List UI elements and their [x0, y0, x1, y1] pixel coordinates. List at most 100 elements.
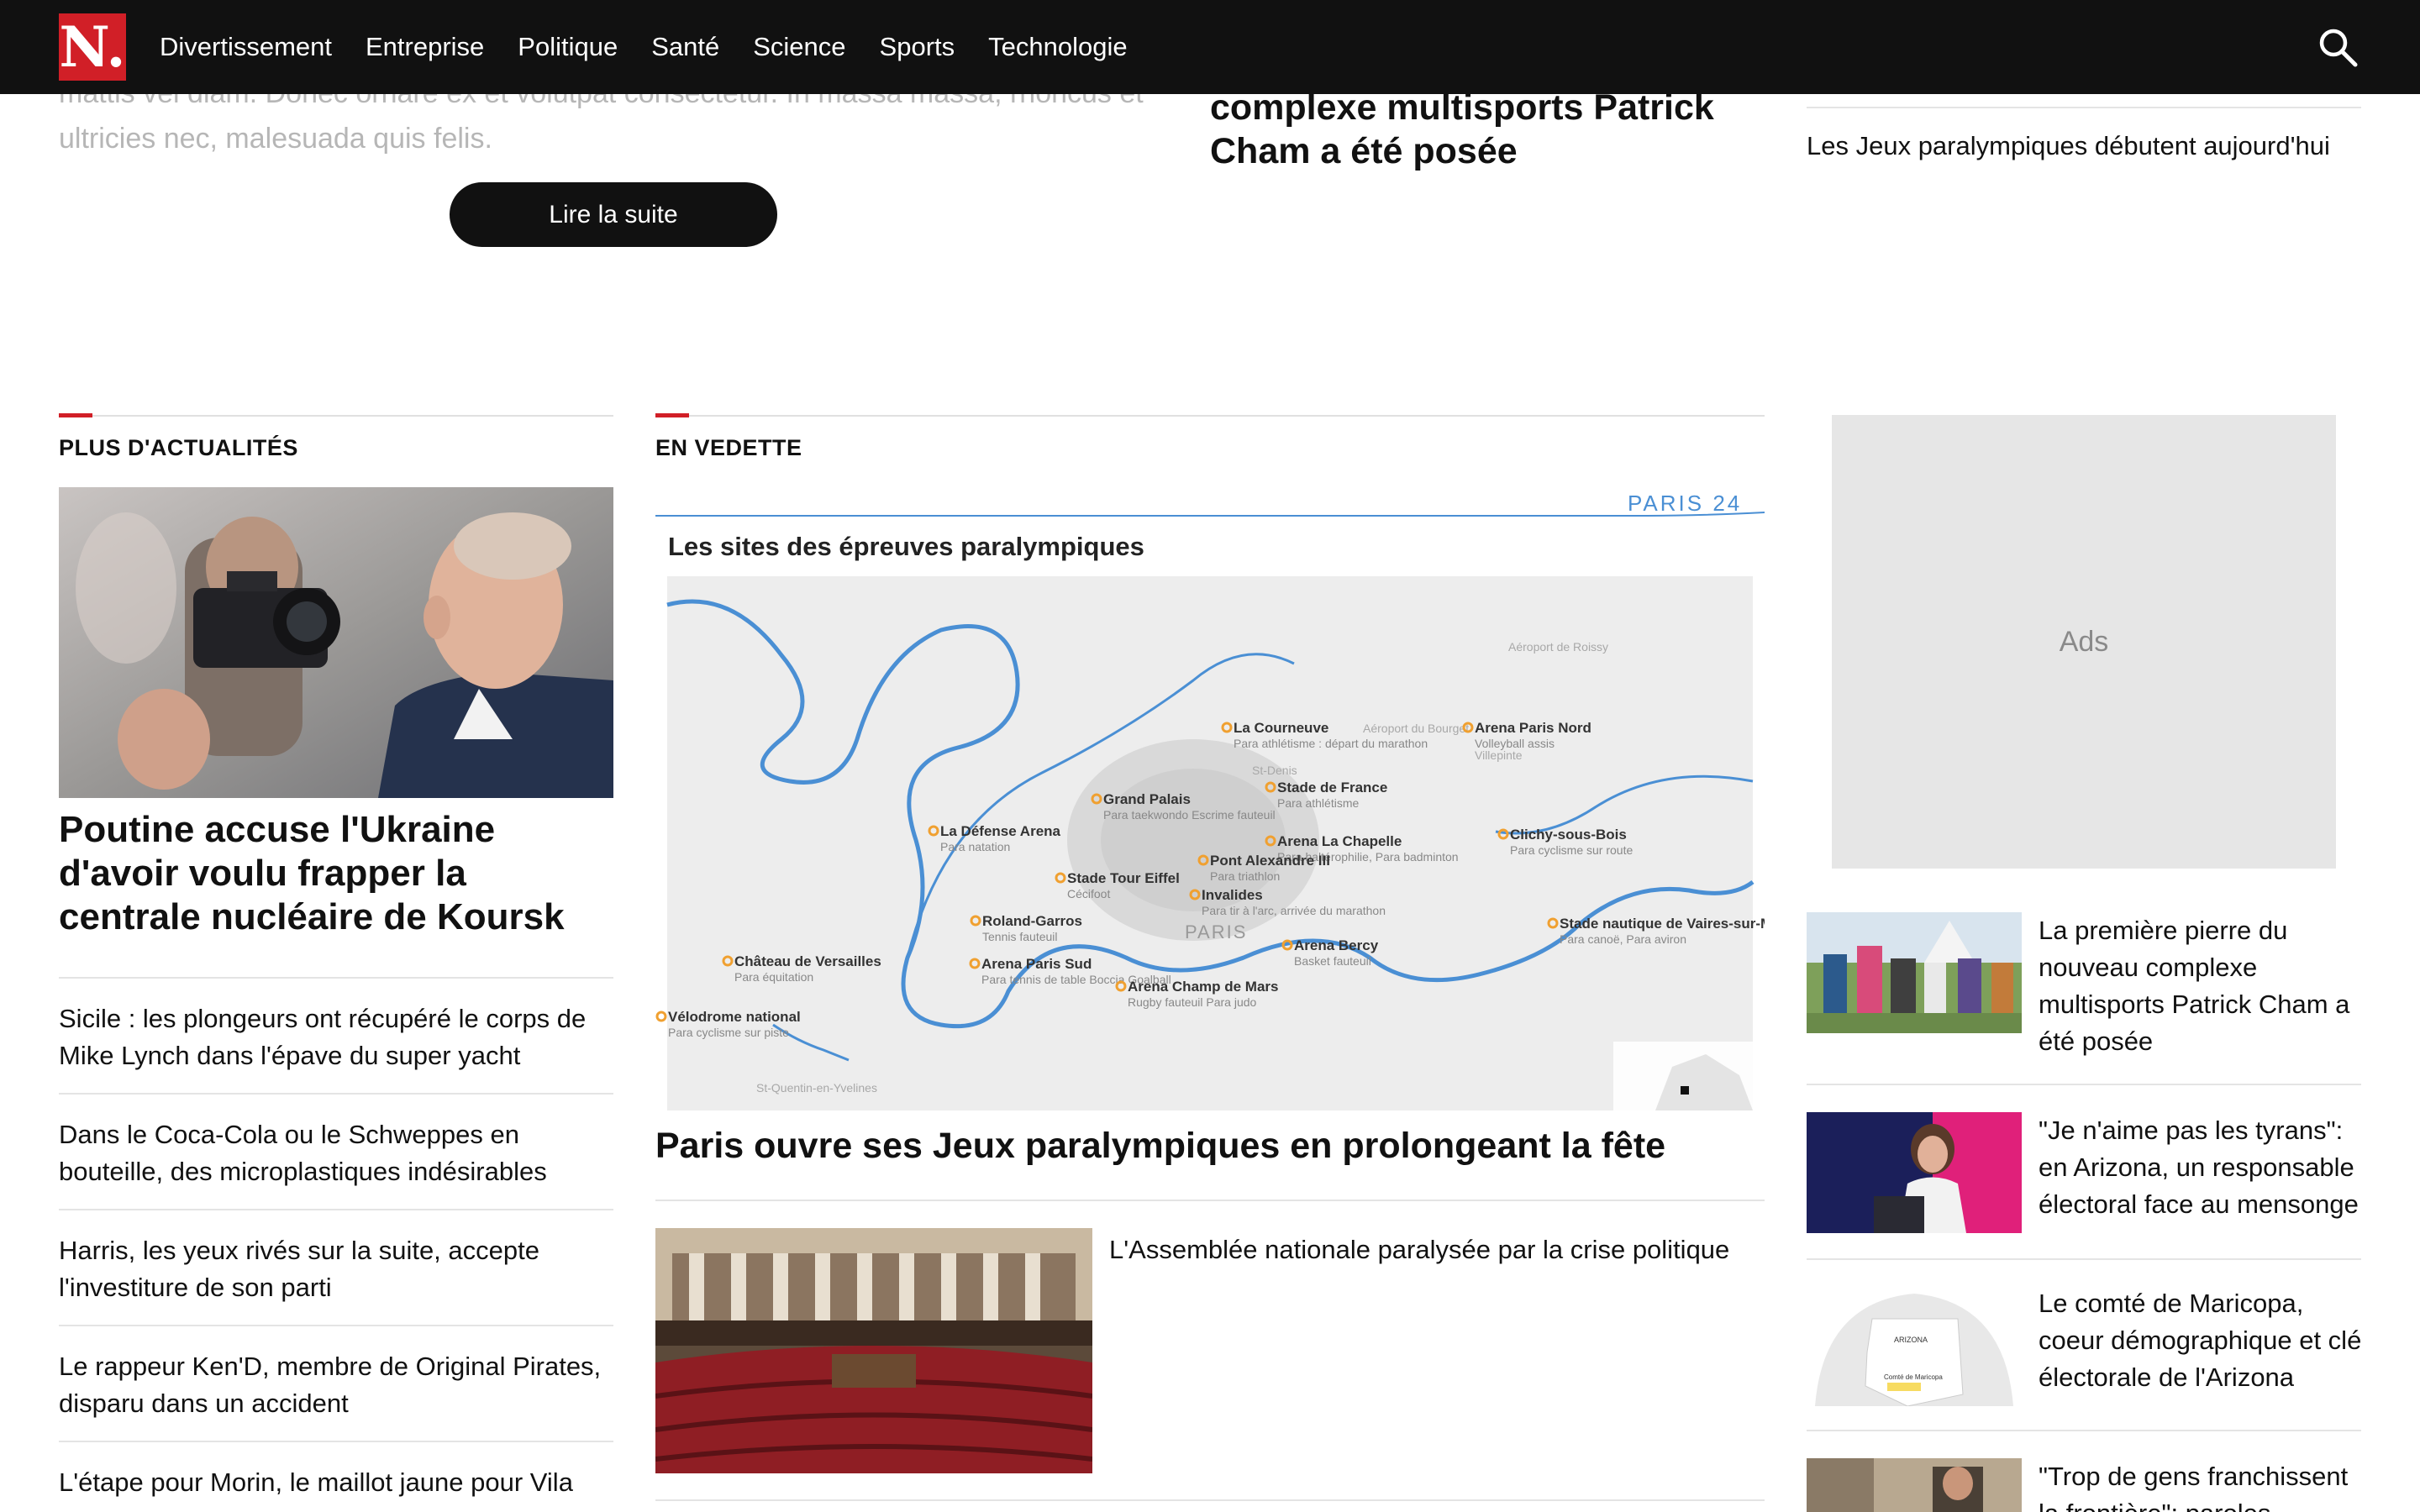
- divider: [1807, 1258, 2361, 1260]
- ad-placeholder: Ads: [1832, 415, 2336, 869]
- venue-name: Arena Paris Sud: [981, 956, 1092, 972]
- side-story-title: La première pierre du nouveau complexe m…: [2039, 916, 2350, 1056]
- venue-name: St-Denis: [1252, 764, 1297, 777]
- section-divider: [655, 415, 1765, 417]
- venue-sport: Para triathlon: [1210, 869, 1280, 883]
- side-story-title: "Trop de gens franchissent la frontière"…: [2039, 1462, 2349, 1512]
- nav-item-sports[interactable]: Sports: [880, 32, 955, 62]
- list-item[interactable]: Harris, les yeux rivés sur la suite, acc…: [59, 1209, 613, 1325]
- ceremony-thumbnail-art: [1807, 912, 2022, 1033]
- side-story-title: "Je n'aime pas les tyrans": en Arizona, …: [2039, 1116, 2359, 1219]
- nav-item-science[interactable]: Science: [753, 32, 845, 62]
- divider: [655, 1499, 1765, 1501]
- arizona-label: ARIZONA: [1894, 1336, 1928, 1344]
- venue-name: Arena La Chapelle: [1277, 833, 1402, 849]
- putin-photo[interactable]: [59, 487, 613, 798]
- assembly-photo[interactable]: [655, 1228, 1092, 1473]
- venue-name: Roland-Garros: [982, 913, 1082, 929]
- top-right-link[interactable]: Les Jeux paralympiques débutent aujourd'…: [1807, 131, 2395, 161]
- side-story-3[interactable]: ARIZONA Comté de Maricopa Le comté de Ma…: [1807, 1285, 2361, 1436]
- venue-sport: Basket fauteuil: [1294, 954, 1371, 968]
- venue-sport: Tennis fauteuil: [982, 930, 1058, 943]
- venue-name: Arena Bercy: [1294, 937, 1379, 953]
- divider: [655, 1200, 1765, 1201]
- map-brand: PARIS 24: [1628, 491, 1742, 516]
- logo-text: N.: [59, 14, 126, 80]
- venue-sport: Para natation: [940, 840, 1010, 853]
- venue-name: La Courneuve: [1234, 720, 1328, 736]
- list-item[interactable]: Sicile : les plongeurs ont récupéré le c…: [59, 977, 613, 1093]
- secondary-headline[interactable]: L'Assemblée nationale paralysée par la c…: [1109, 1231, 1765, 1268]
- ceremony-thumbnail: [1807, 912, 2022, 1033]
- list-item[interactable]: Le rappeur Ken'D, membre de Original Pir…: [59, 1325, 613, 1441]
- side-story-title: Le comté de Maricopa, coeur démographiqu…: [2039, 1289, 2362, 1392]
- featured-headline[interactable]: Paris ouvre ses Jeux paralympiques en pr…: [655, 1126, 1765, 1167]
- venue-name: Invalides: [1202, 887, 1263, 903]
- search-icon[interactable]: [2316, 25, 2360, 69]
- venue-sport: Para cyclisme sur piste: [668, 1026, 789, 1039]
- venue-sport: Para taekwondo Escrime fauteuil: [1103, 808, 1276, 822]
- section-accent: [59, 413, 92, 417]
- nav-item-technologie[interactable]: Technologie: [988, 32, 1127, 62]
- divider: [1807, 1430, 2361, 1431]
- venue-name: Clichy-sous-Bois: [1510, 827, 1627, 843]
- border-thumbnail-art: [1807, 1458, 2022, 1512]
- nav-item-sante[interactable]: Santé: [651, 32, 719, 62]
- list-item[interactable]: L'étape pour Morin, le maillot jaune pou…: [59, 1441, 613, 1512]
- venue-sport: Para canoë, Para aviron: [1560, 932, 1686, 946]
- venue-name: Stade nautique de Vaires-sur-Marne: [1560, 916, 1765, 932]
- venue-sport: Cécifoot: [1067, 887, 1110, 900]
- lead-headline[interactable]: Poutine accuse l'Ukraine d'avoir voulu f…: [59, 808, 613, 939]
- paris-label: PARIS: [1185, 921, 1247, 942]
- map-graphic: PARIS 24 Les sites des épreuves paralymp…: [655, 487, 1802, 1110]
- venue-name: Château de Versailles: [734, 953, 881, 969]
- venue-name: Pont Alexandre III: [1210, 853, 1330, 869]
- venue-sport: Para cyclisme sur route: [1510, 843, 1633, 857]
- section-title-more-news: PLUS D'ACTUALITÉS: [59, 435, 298, 460]
- section-accent: [655, 413, 689, 417]
- nav-item-entreprise[interactable]: Entreprise: [366, 32, 484, 62]
- maricopa-label: Comté de Maricopa: [1884, 1373, 1943, 1381]
- speaker-thumbnail: [1807, 1112, 2022, 1233]
- divider: [1807, 107, 2361, 108]
- arizona-map-thumbnail-art: ARIZONA Comté de Maricopa: [1807, 1285, 2022, 1406]
- venue-name: Grand Palais: [1103, 791, 1191, 807]
- putin-photo-art: [59, 487, 613, 798]
- site-logo[interactable]: N.: [59, 13, 126, 81]
- side-story-4[interactable]: "Trop de gens franchissent la frontière"…: [1807, 1458, 2361, 1512]
- divider: [1807, 1084, 2361, 1085]
- venue-sport: Para tir à l'arc, arrivée du marathon: [1202, 904, 1386, 917]
- list-item[interactable]: Dans le Coca-Cola ou le Schweppes en bou…: [59, 1093, 613, 1209]
- paralympic-venues-map[interactable]: PARIS 24 Les sites des épreuves paralymp…: [655, 487, 1802, 1110]
- top-navigation-bar: N. Divertissement Entreprise Politique S…: [0, 0, 2420, 94]
- venue-name: Villepinte: [1475, 748, 1523, 762]
- venue-sport: Para athlétisme: [1277, 796, 1359, 810]
- venue-name: Stade de France: [1277, 780, 1387, 795]
- venue-name: St-Quentin-en-Yvelines: [756, 1081, 877, 1095]
- assembly-photo-art: [655, 1228, 1092, 1473]
- nav-menu: Divertissement Entreprise Politique Sant…: [160, 0, 1161, 94]
- news-list: Sicile : les plongeurs ont récupéré le c…: [59, 977, 613, 1512]
- read-more-button[interactable]: Lire la suite: [450, 182, 777, 247]
- map-title: Les sites des épreuves paralympiques: [668, 532, 1144, 561]
- venue-sport: Rugby fauteuil Para judo: [1128, 995, 1257, 1009]
- article-title-continued[interactable]: complexe multisports Patrick Cham a été …: [1210, 86, 1765, 173]
- arizona-map-thumbnail: ARIZONA Comté de Maricopa: [1807, 1285, 2022, 1406]
- venue-name: Stade Tour Eiffel: [1067, 870, 1180, 886]
- venue-name: Aéroport de Roissy: [1508, 640, 1608, 654]
- venue-name: La Défense Arena: [940, 823, 1061, 839]
- side-story-1[interactable]: La première pierre du nouveau complexe m…: [1807, 912, 2361, 1063]
- venue-name: Vélodrome national: [668, 1009, 801, 1025]
- venue-name: Aéroport du Bourget: [1363, 722, 1469, 735]
- side-story-2[interactable]: "Je n'aime pas les tyrans": en Arizona, …: [1807, 1112, 2361, 1263]
- section-divider: [59, 415, 613, 417]
- venue-sport: Para équitation: [734, 970, 813, 984]
- nav-item-divertissement[interactable]: Divertissement: [160, 32, 332, 62]
- nav-item-politique[interactable]: Politique: [518, 32, 618, 62]
- venue-sport: Para athlétisme : départ du marathon: [1234, 737, 1428, 750]
- speaker-thumbnail-art: [1807, 1112, 2022, 1233]
- venue-name: Arena Paris Nord: [1475, 720, 1591, 736]
- border-thumbnail: [1807, 1458, 2022, 1512]
- section-title-featured: EN VEDETTE: [655, 435, 802, 460]
- venue-name: Arena Champ de Mars: [1128, 979, 1279, 995]
